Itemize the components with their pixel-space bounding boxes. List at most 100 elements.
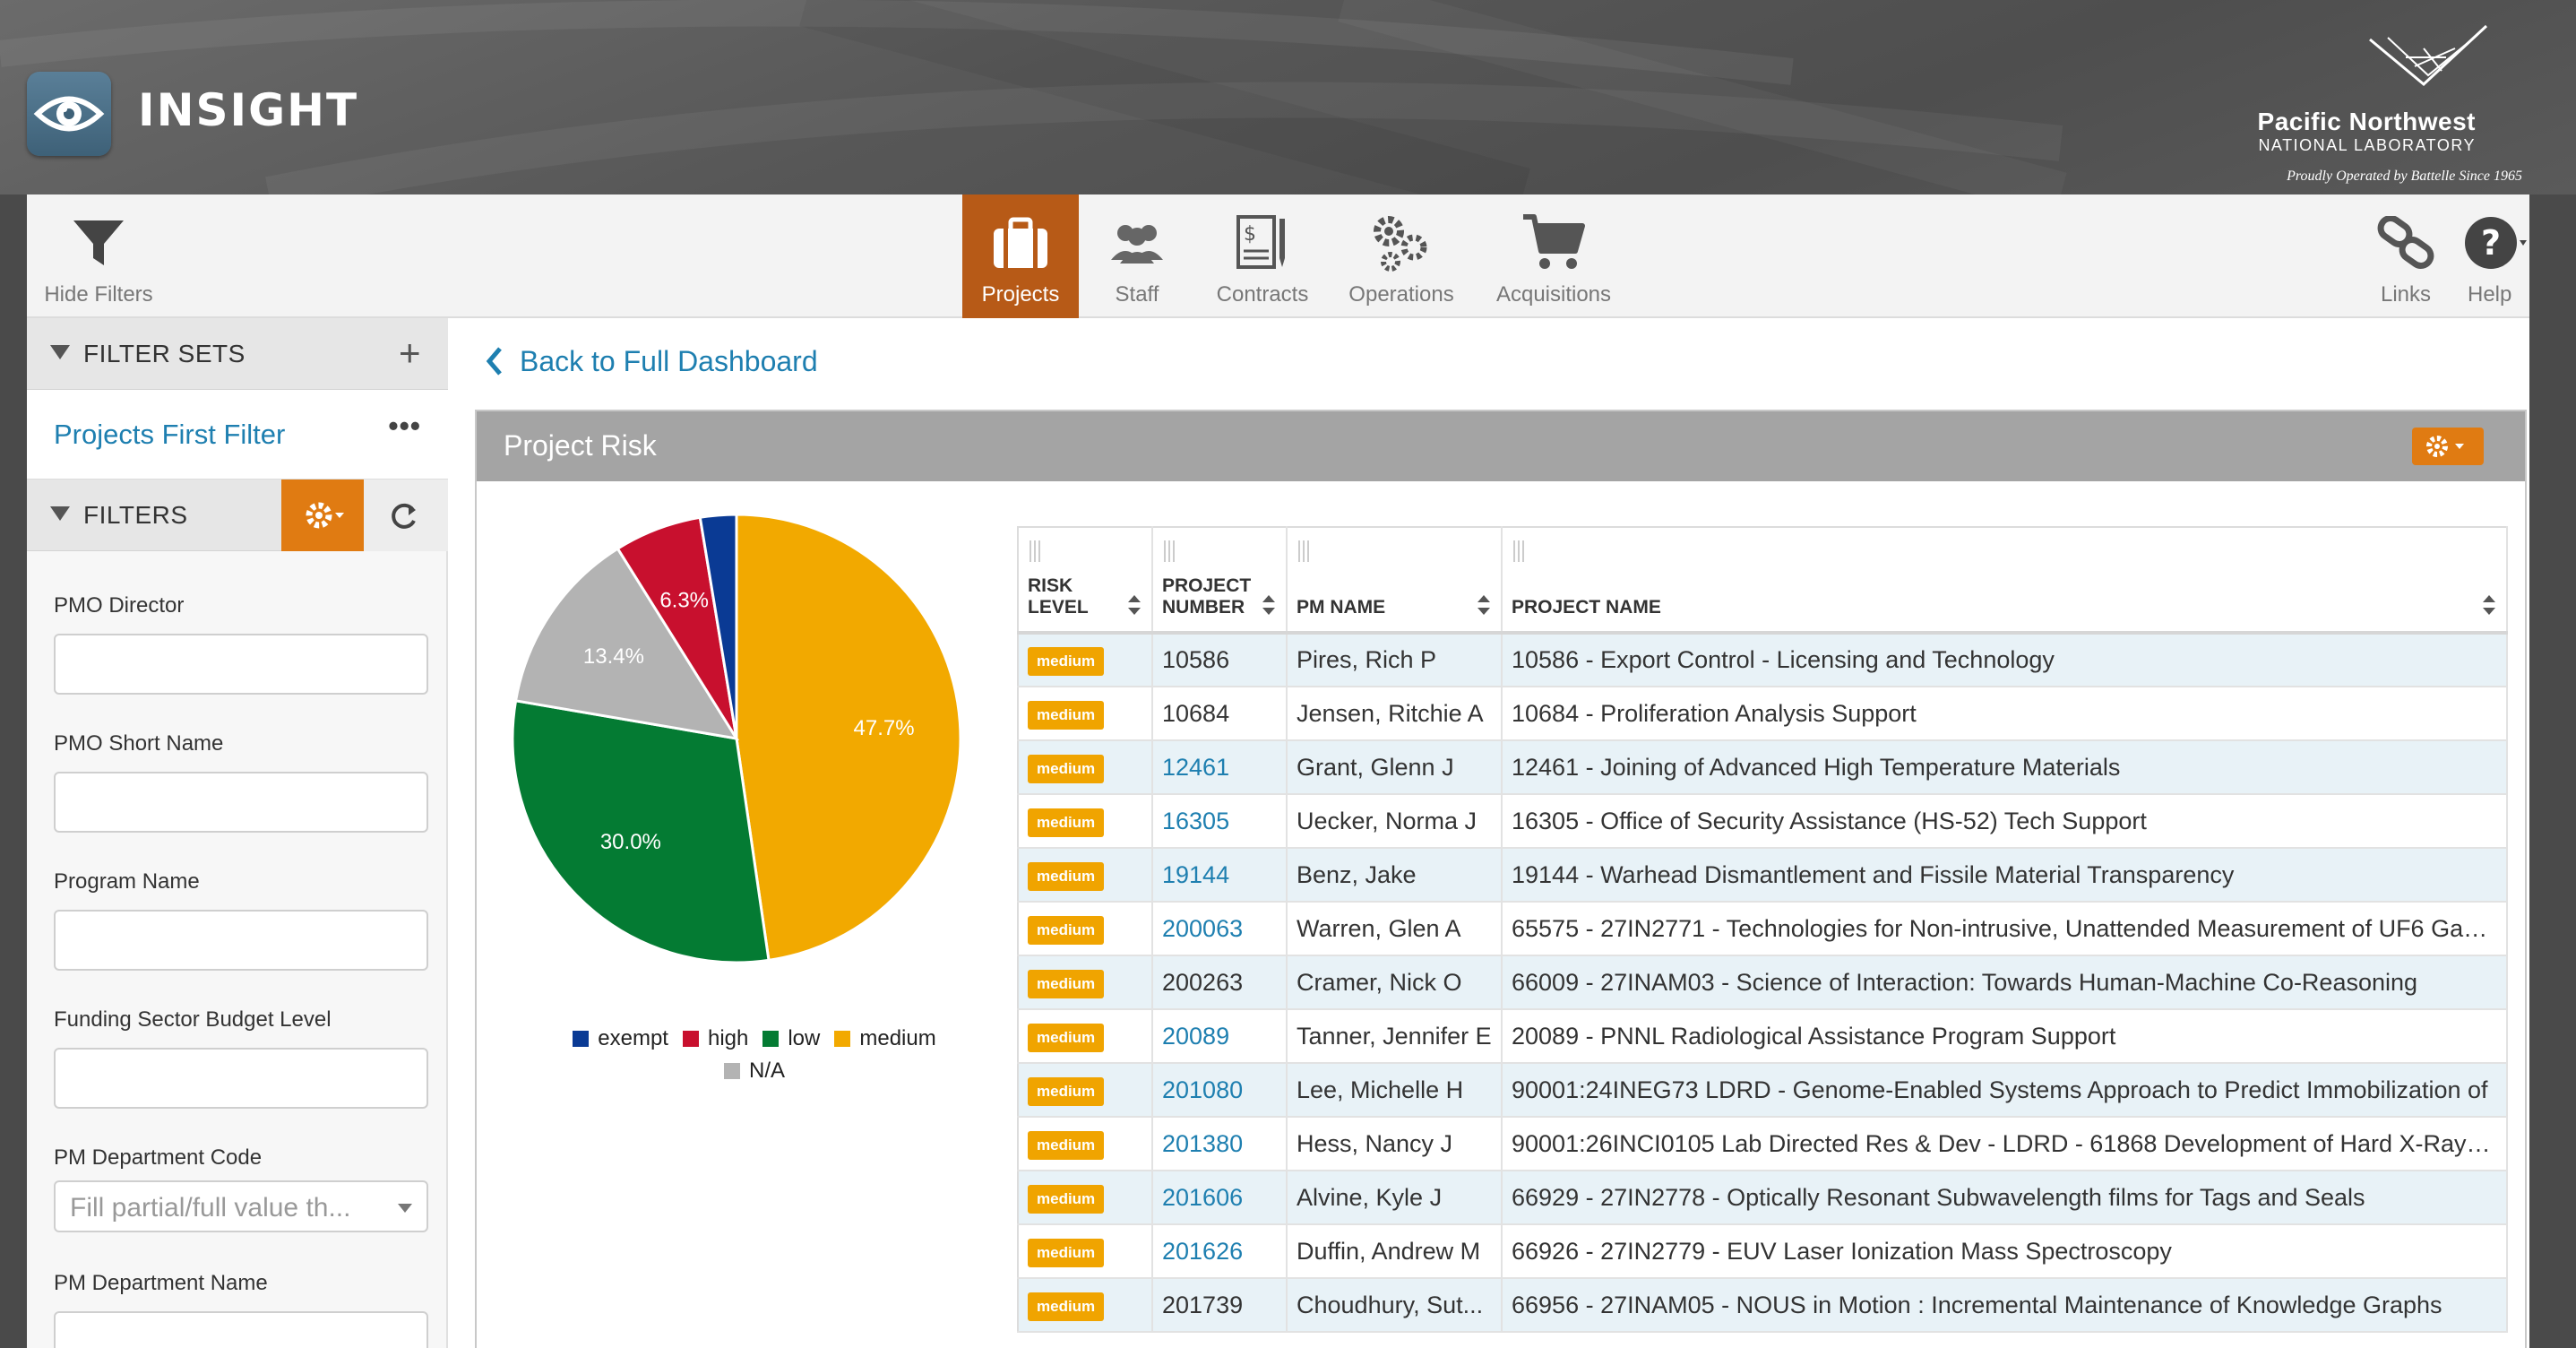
tab-staff[interactable]: Staff xyxy=(1079,194,1195,318)
project-name-cell: 10684 - Proliferation Analysis Support xyxy=(1502,687,2508,741)
table-row[interactable]: medium 12461 Grant, Glenn J 12461 - Joining… xyxy=(1018,740,2508,795)
risk-level-cell: medium xyxy=(1018,1278,1153,1333)
risk-level-cell: medium xyxy=(1018,633,1153,687)
project-number-cell[interactable]: 201626 xyxy=(1152,1224,1288,1279)
risk-level-cell: medium xyxy=(1018,740,1153,795)
back-link[interactable]: Back to Full Dashboard xyxy=(480,343,818,379)
help-button[interactable]: ? Help xyxy=(2464,194,2529,318)
filter-set-item[interactable]: Projects First Filter ••• xyxy=(27,390,448,480)
legend-label: exempt xyxy=(598,1026,668,1050)
table-row[interactable]: medium 20089 Tanner, Jennifer E 20089 - PNN… xyxy=(1018,1009,2508,1064)
table-row[interactable]: medium 201606 Alvine, Kyle J 66929 - 27IN27… xyxy=(1018,1171,2508,1225)
project-number-cell[interactable]: 16305 xyxy=(1152,794,1288,849)
project-number-cell: 10684 xyxy=(1152,687,1288,741)
table-row[interactable]: medium 10684 Jensen, Ritchie A 10684 - Prol… xyxy=(1018,687,2508,741)
drag-handle-icon[interactable] xyxy=(1513,540,1524,562)
sort-icon[interactable] xyxy=(2483,595,2495,615)
sort-icon[interactable] xyxy=(1262,595,1275,615)
project-name-cell: 66929 - 27IN2778 - Optically Resonant Su… xyxy=(1502,1171,2508,1225)
sort-icon[interactable] xyxy=(1128,595,1141,615)
people-icon xyxy=(1111,225,1163,264)
header-banner: INSIGHT Pacific Northwest NATIONAL LABOR… xyxy=(0,0,2576,194)
legend-label: low xyxy=(788,1026,821,1050)
project-number-cell[interactable]: 19144 xyxy=(1152,848,1288,903)
drag-handle-icon[interactable] xyxy=(1298,540,1309,562)
drag-handle-icon[interactable] xyxy=(1030,540,1040,562)
links-button[interactable]: Links xyxy=(2348,194,2464,318)
pmo-director-input[interactable] xyxy=(54,634,428,695)
project-number-cell[interactable]: 200063 xyxy=(1152,902,1288,956)
reset-filters-button[interactable] xyxy=(364,480,448,551)
filter-set-name[interactable]: Projects First Filter xyxy=(54,419,285,451)
pmo-short-name-label: PMO Short Name xyxy=(54,731,224,756)
add-filter-set-icon[interactable]: + xyxy=(399,334,421,372)
chevron-down-icon xyxy=(398,1204,412,1213)
panel-settings-button[interactable] xyxy=(2412,428,2484,465)
risk-badge: medium xyxy=(1028,1130,1105,1160)
project-risk-table: RISK LEVEL PROJECT NUMBER PM NAME PROJECT … xyxy=(1017,526,2508,1333)
table-row[interactable]: medium 10586 Pires, Rich P 10586 - Export C… xyxy=(1018,633,2508,687)
legend-item[interactable]: low xyxy=(762,1023,820,1055)
col-project-number[interactable]: PROJECT NUMBER xyxy=(1152,527,1288,635)
legend-item[interactable]: N/A xyxy=(723,1055,785,1087)
pm-department-code-select[interactable]: Fill partial/full value th... xyxy=(54,1180,428,1232)
tab-operations[interactable]: Operations xyxy=(1330,194,1473,318)
hide-filters-button[interactable]: Hide Filters xyxy=(27,194,170,318)
filters-settings-button[interactable] xyxy=(281,480,364,551)
table-row[interactable]: medium 19144 Benz, Jake 19144 - Warhead Dis… xyxy=(1018,848,2508,903)
sort-icon[interactable] xyxy=(1478,595,1490,615)
back-link-label: Back to Full Dashboard xyxy=(520,344,818,377)
legend-swatch xyxy=(762,1031,780,1047)
tab-contracts-label: Contracts xyxy=(1216,282,1309,307)
tab-contracts[interactable]: $ Contracts xyxy=(1195,194,1330,318)
project-number-cell: 200263 xyxy=(1152,955,1288,1010)
filter-sets-header[interactable]: FILTER SETS + xyxy=(27,318,448,390)
table-row[interactable]: medium 201380 Hess, Nancy J 90001:26INCI010… xyxy=(1018,1117,2508,1171)
table-row[interactable]: medium 16305 Uecker, Norma J 16305 - Office… xyxy=(1018,794,2508,849)
project-number-cell[interactable]: 201380 xyxy=(1152,1117,1288,1171)
legend-item[interactable]: medium xyxy=(834,1023,936,1055)
tab-projects[interactable]: Projects xyxy=(962,194,1079,318)
app-logo[interactable] xyxy=(27,72,111,156)
table-row[interactable]: medium 201626 Duffin, Andrew M 66926 - 27IN… xyxy=(1018,1224,2508,1279)
project-name-cell: 66926 - 27IN2779 - EUV Laser Ionization … xyxy=(1502,1224,2508,1279)
tab-acquisitions-label: Acquisitions xyxy=(1495,282,1612,307)
pm-name-cell: Choudhury, Sut... xyxy=(1287,1278,1503,1333)
pm-name-cell: Duffin, Andrew M xyxy=(1287,1224,1503,1279)
pie-data-label: 47.7% xyxy=(854,716,915,740)
col-risk-level[interactable]: RISK LEVEL xyxy=(1018,527,1153,635)
col-pm-name[interactable]: PM NAME xyxy=(1287,527,1503,635)
pm-department-name-label: PM Department Name xyxy=(54,1271,268,1295)
project-number-cell[interactable]: 12461 xyxy=(1152,740,1288,795)
pm-name-cell: Cramer, Nick O xyxy=(1287,955,1503,1010)
filters-title: FILTERS xyxy=(83,501,188,529)
program-name-label: Program Name xyxy=(54,869,200,894)
project-number-cell[interactable]: 20089 xyxy=(1152,1009,1288,1064)
funding-sector-input[interactable] xyxy=(54,1048,428,1109)
tab-acquisitions[interactable]: Acquisitions xyxy=(1473,194,1634,318)
pie-slice-medium[interactable] xyxy=(735,513,962,963)
risk-badge: medium xyxy=(1028,700,1105,730)
project-number-cell: 201739 xyxy=(1152,1278,1288,1333)
more-options-icon[interactable]: ••• xyxy=(388,410,421,443)
risk-pie-chart: 47.7% 30.0% 13.4% 6.3% exempt high low medium N… xyxy=(495,492,978,1119)
table-row[interactable]: medium 200263 Cramer, Nick O 66009 - 27INAM… xyxy=(1018,955,2508,1010)
legend-item[interactable]: high xyxy=(682,1023,748,1055)
filters-header[interactable]: FILTERS xyxy=(27,480,448,551)
pm-name-cell: Jensen, Ritchie A xyxy=(1287,687,1503,741)
risk-badge: medium xyxy=(1028,969,1105,998)
table-row[interactable]: medium 201080 Lee, Michelle H 90001:24INEG7… xyxy=(1018,1063,2508,1118)
pmo-director-label: PMO Director xyxy=(54,593,185,618)
col-project-name[interactable]: PROJECT NAME xyxy=(1502,527,2508,635)
drag-handle-icon[interactable] xyxy=(1164,540,1175,562)
pmo-short-name-input[interactable] xyxy=(54,772,428,833)
legend-item[interactable]: exempt xyxy=(573,1023,668,1055)
risk-level-cell: medium xyxy=(1018,902,1153,956)
project-number-cell[interactable]: 201080 xyxy=(1152,1063,1288,1118)
pnnl-mark-icon xyxy=(2369,24,2488,86)
program-name-input[interactable] xyxy=(54,910,428,971)
table-row[interactable]: medium 201739 Choudhury, Sut... 66956 - 27I… xyxy=(1018,1278,2508,1333)
pm-department-name-input[interactable] xyxy=(54,1311,428,1348)
table-row[interactable]: medium 200063 Warren, Glen A 65575 - 27IN27… xyxy=(1018,902,2508,956)
project-number-cell[interactable]: 201606 xyxy=(1152,1171,1288,1225)
